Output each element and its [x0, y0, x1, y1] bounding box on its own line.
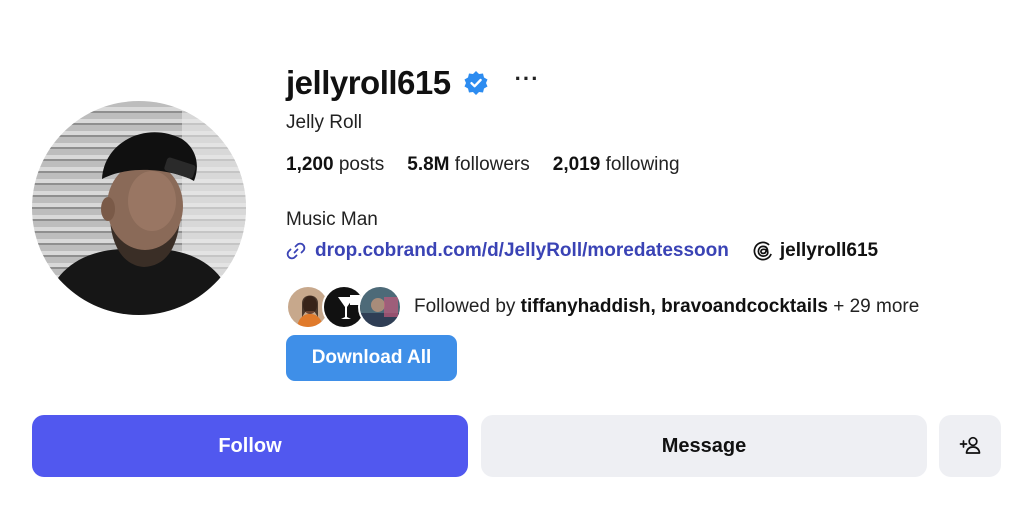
- download-all-button[interactable]: Download All: [286, 335, 457, 381]
- message-button[interactable]: Message: [481, 415, 927, 477]
- add-user-button[interactable]: [939, 415, 1001, 477]
- mutual-avatar-3: [358, 285, 402, 329]
- threads-link[interactable]: jellyroll615: [753, 240, 878, 262]
- threads-icon: [753, 241, 773, 261]
- stat-followers-value: 5.8M: [407, 154, 450, 175]
- more-options-icon[interactable]: ···: [515, 68, 540, 90]
- stat-followers-label: followers: [454, 154, 530, 175]
- profile-stats: 1,200 posts 5.8M followers 2,019 followi…: [286, 154, 680, 176]
- verified-badge-icon: [463, 70, 489, 96]
- followed-by-row[interactable]: Followed by tiffanyhaddish, bravoandcock…: [286, 284, 919, 330]
- stat-posts-value: 1,200: [286, 154, 334, 175]
- links-row: drop.cobrand.com/d/JellyRoll/moredatesso…: [286, 238, 878, 264]
- stat-posts-label: posts: [338, 154, 385, 175]
- stat-following-label: following: [605, 154, 680, 175]
- avatar[interactable]: [32, 101, 246, 315]
- stat-posts: 1,200 posts: [286, 154, 384, 176]
- add-user-icon: [959, 435, 981, 458]
- username-row: jellyroll615 ···: [286, 64, 540, 102]
- stat-following-value: 2,019: [552, 154, 601, 175]
- full-name: Jelly Roll: [286, 112, 363, 133]
- bio: Music Man: [286, 209, 378, 230]
- stat-followers[interactable]: 5.8M followers: [407, 154, 530, 176]
- bio-link[interactable]: drop.cobrand.com/d/JellyRoll/moredatesso…: [315, 240, 729, 262]
- link-icon: [286, 241, 306, 261]
- follow-button[interactable]: Follow: [32, 415, 468, 477]
- profile-photo-icon: [32, 101, 246, 315]
- followed-by-names[interactable]: tiffanyhaddish, bravoandcocktails: [521, 296, 828, 317]
- followed-by-suffix: + 29 more: [833, 296, 920, 317]
- followed-by-prefix: Followed by: [414, 296, 516, 317]
- followed-by-text: Followed by tiffanyhaddish, bravoandcock…: [414, 296, 919, 318]
- threads-handle: jellyroll615: [779, 240, 879, 261]
- stat-following[interactable]: 2,019 following: [553, 154, 680, 176]
- username: jellyroll615: [286, 64, 451, 101]
